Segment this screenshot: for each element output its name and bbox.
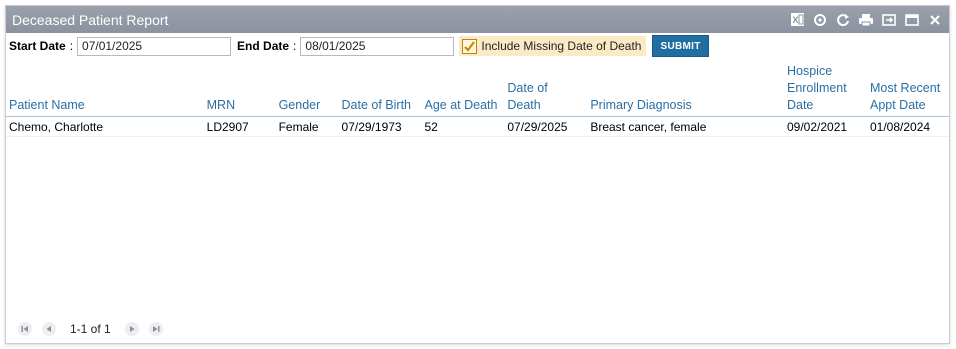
column-header-patient-name[interactable]: Patient Name bbox=[6, 63, 204, 117]
column-header-primary-diagnosis[interactable]: Primary Diagnosis bbox=[587, 63, 784, 117]
window-toolbar: X bbox=[789, 12, 943, 28]
patient-table: Patient Name MRN Gender Date of Birth Ag… bbox=[6, 63, 949, 137]
table-header-row: Patient Name MRN Gender Date of Birth Ag… bbox=[6, 63, 949, 117]
last-page-icon[interactable] bbox=[148, 322, 163, 336]
cell-primary-diagnosis: Breast cancer, female bbox=[587, 116, 784, 137]
pager: 1-1 of 1 bbox=[18, 319, 163, 339]
cell-most-recent-appt-date: 01/08/2024 bbox=[867, 116, 949, 137]
print-icon[interactable] bbox=[858, 12, 874, 28]
report-window: Deceased Patient Report X Start Date: 0… bbox=[5, 5, 950, 344]
column-header-hospice-enrollment-date[interactable]: Hospice Enrollment Date bbox=[783, 63, 867, 117]
filter-bar: Start Date : End Date : Include Missing … bbox=[6, 33, 949, 59]
cell-hospice-enrollment-date: 09/02/2021 bbox=[783, 116, 867, 137]
appt-header-text: Most Recent Appt Date bbox=[870, 81, 941, 112]
hospice-header-text: Hospice Enrollment Date bbox=[786, 64, 847, 112]
end-date-separator: : bbox=[293, 39, 297, 53]
start-date-input[interactable] bbox=[77, 36, 232, 56]
start-date-separator: : bbox=[69, 39, 74, 53]
checkmark-icon bbox=[464, 40, 476, 52]
submit-button[interactable]: SUBMIT bbox=[652, 35, 709, 57]
cell-age-at-death: 52 bbox=[421, 116, 505, 137]
refresh-icon[interactable] bbox=[835, 12, 851, 28]
cell-mrn: LD2907 bbox=[203, 116, 276, 137]
close-icon[interactable] bbox=[927, 12, 943, 28]
include-missing-label: Include Missing Date of Death bbox=[481, 39, 642, 53]
first-page-icon[interactable] bbox=[18, 322, 32, 336]
page-info: 1-1 of 1 bbox=[70, 322, 111, 336]
previous-page-icon[interactable] bbox=[42, 322, 56, 336]
table-row[interactable]: Chemo, Charlotte LD2907 Female 07/29/197… bbox=[6, 116, 949, 137]
column-header-most-recent-appt-date[interactable]: Most Recent Appt Date bbox=[867, 63, 949, 117]
cell-date-of-death: 07/29/2025 bbox=[504, 116, 588, 137]
column-header-date-of-death[interactable]: Date of Death bbox=[504, 63, 588, 117]
end-date-input[interactable] bbox=[300, 36, 455, 56]
maximize-icon[interactable] bbox=[904, 12, 920, 28]
cell-date-of-birth: 07/29/1973 bbox=[338, 116, 422, 137]
end-date-label: End Date bbox=[237, 39, 290, 53]
window-title: Deceased Patient Report bbox=[12, 11, 169, 28]
next-page-icon[interactable] bbox=[124, 322, 139, 336]
column-header-mrn[interactable]: MRN bbox=[203, 63, 276, 117]
svg-text:X: X bbox=[792, 15, 798, 25]
date-of-death-header-text: Date of Death bbox=[507, 81, 548, 112]
excel-icon[interactable]: X bbox=[789, 12, 805, 28]
refresh-settings-icon[interactable] bbox=[812, 12, 828, 28]
column-header-age-at-death[interactable]: Age at Death bbox=[421, 63, 505, 117]
export-icon[interactable] bbox=[881, 12, 897, 28]
include-missing-toggle[interactable]: Include Missing Date of Death bbox=[459, 36, 647, 56]
cell-patient-name: Chemo, Charlotte bbox=[6, 116, 204, 137]
start-date-label: Start Date bbox=[9, 39, 66, 53]
title-bar: Deceased Patient Report X bbox=[6, 6, 949, 33]
cell-gender: Female bbox=[275, 116, 339, 137]
column-header-gender[interactable]: Gender bbox=[275, 63, 339, 117]
column-header-date-of-birth[interactable]: Date of Birth bbox=[338, 63, 422, 117]
include-missing-checkbox[interactable] bbox=[462, 38, 478, 54]
